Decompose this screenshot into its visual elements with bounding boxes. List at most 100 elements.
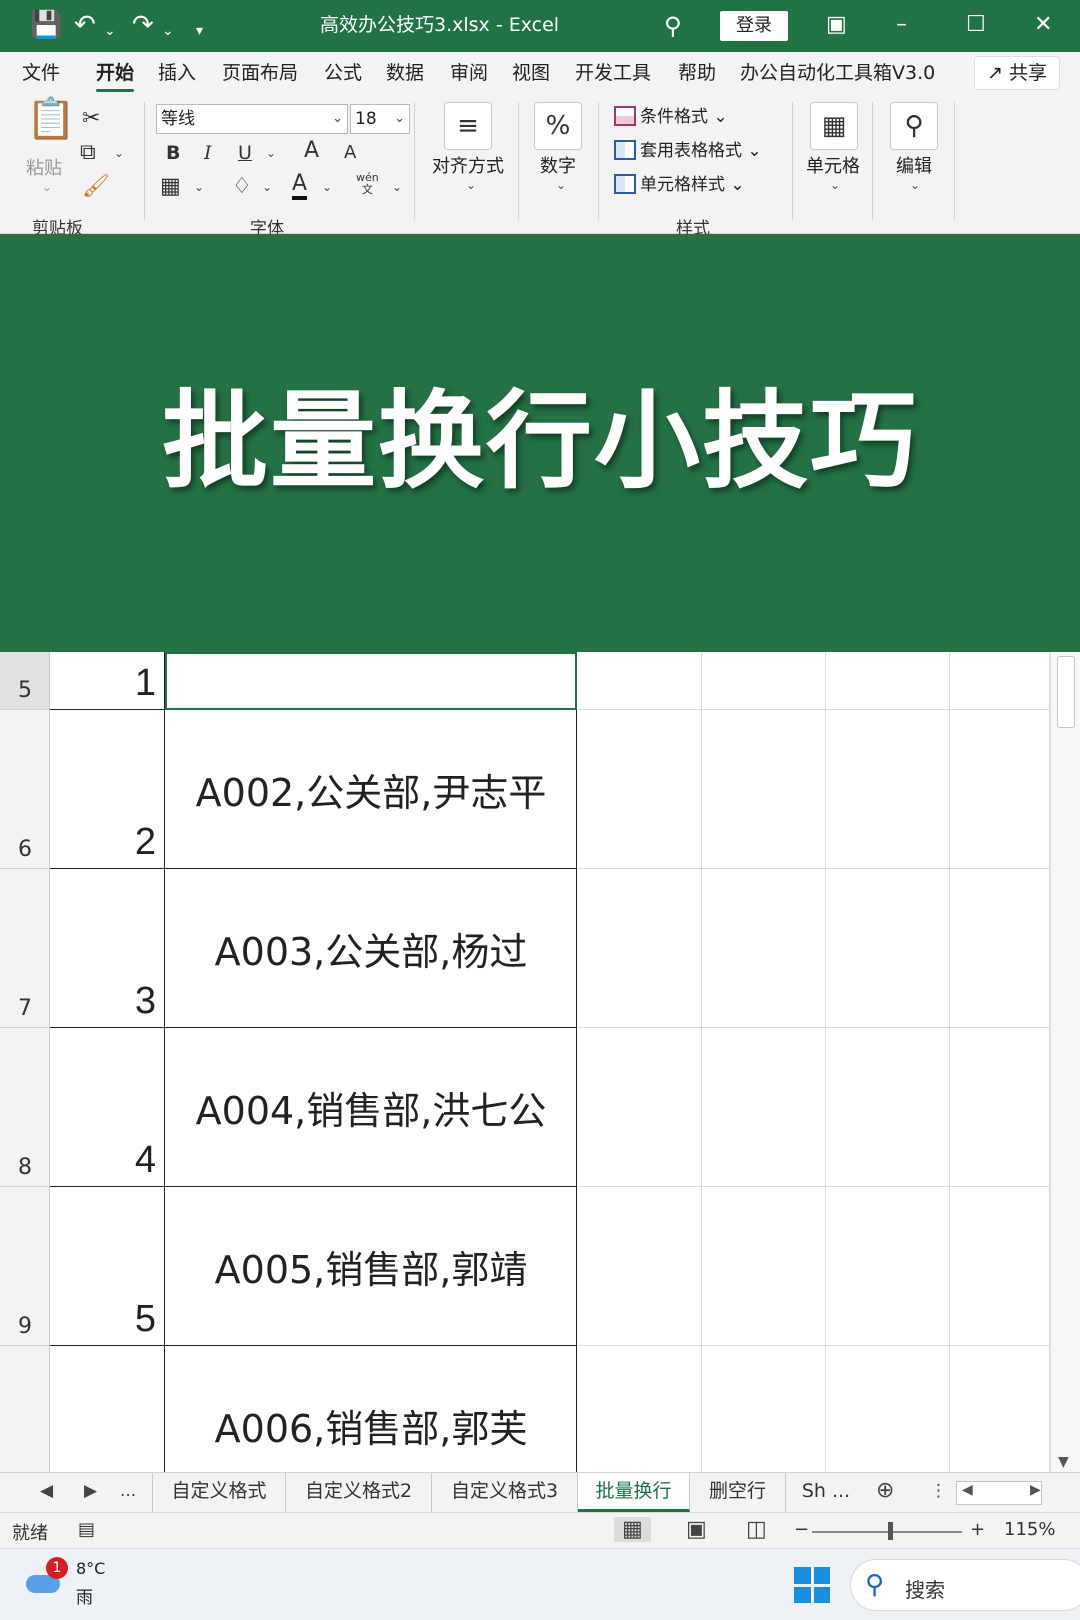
cut-icon[interactable]: ✂ (82, 106, 100, 132)
zoom-slider-knob[interactable] (888, 1522, 893, 1540)
empty-cell[interactable] (826, 1187, 950, 1346)
row-header[interactable]: 8 (0, 1028, 50, 1187)
cell-styles-button[interactable]: 单元格样式 ⌄ (614, 172, 745, 198)
number-dropdown-icon[interactable]: ⌄ (556, 178, 566, 192)
borders-icon[interactable]: ▦ (160, 174, 181, 200)
sheet-tab-active[interactable]: 批量换行 (578, 1473, 690, 1512)
percent-icon[interactable]: % (534, 102, 582, 150)
cells-button[interactable]: 单元格 (806, 152, 860, 178)
empty-cell[interactable] (578, 710, 702, 869)
empty-cell[interactable] (702, 652, 826, 710)
underline-dropdown-icon[interactable]: ⌄ (266, 146, 276, 160)
copy-dropdown-icon[interactable]: ⌄ (114, 146, 124, 160)
index-cell[interactable]: 3 (50, 869, 165, 1028)
row-header[interactable]: 5 (0, 652, 50, 710)
grow-font-button[interactable]: A (304, 138, 319, 164)
empty-cell[interactable] (950, 652, 1050, 710)
empty-cell[interactable] (578, 1346, 702, 1472)
tab-data[interactable]: 数据 (386, 60, 424, 86)
empty-cell[interactable] (950, 710, 1050, 869)
number-button[interactable]: 数字 (540, 152, 576, 178)
share-button[interactable]: ↗ 共享 (974, 56, 1060, 90)
windows-start-icon[interactable] (794, 1567, 830, 1603)
data-cell[interactable]: A005,销售部,郭靖 (165, 1187, 577, 1346)
zoom-slider-track[interactable] (812, 1531, 962, 1533)
empty-cell[interactable] (702, 869, 826, 1028)
sheet-tab[interactable]: Sh ... (786, 1473, 866, 1512)
sheet-tab[interactable]: 自定义格式 (152, 1473, 286, 1512)
font-size-select[interactable]: 18 ⌄ (350, 104, 410, 134)
cells-dropdown-icon[interactable]: ⌄ (830, 178, 840, 192)
index-cell[interactable]: 4 (50, 1028, 165, 1187)
phonetic-guide-button[interactable]: wén 文 (356, 172, 379, 196)
tab-review[interactable]: 审阅 (450, 60, 488, 86)
redo-icon[interactable]: ↷ (132, 10, 154, 40)
empty-cell[interactable] (826, 1346, 950, 1472)
underline-button[interactable]: U (238, 140, 252, 166)
zoom-level[interactable]: 115% (1004, 1519, 1055, 1540)
empty-cell[interactable] (578, 1028, 702, 1187)
fill-color-icon[interactable]: ♢ (232, 174, 252, 200)
phonetic-dropdown-icon[interactable]: ⌄ (392, 180, 402, 194)
search-icon[interactable]: ⚲ (664, 12, 682, 40)
next-sheet-icon[interactable]: ▶ (84, 1481, 97, 1501)
customize-toolbar-icon[interactable]: ▾ (196, 16, 203, 46)
empty-cell[interactable] (702, 1187, 826, 1346)
empty-cell[interactable] (702, 1028, 826, 1187)
row-header[interactable]: 7 (0, 869, 50, 1028)
accessibility-icon[interactable]: ▤ (78, 1519, 95, 1540)
sheet-tab[interactable]: 删空行 (690, 1473, 786, 1512)
copy-icon[interactable]: ⧉ (80, 140, 96, 166)
empty-cell[interactable] (950, 1028, 1050, 1187)
close-icon[interactable]: ✕ (1034, 10, 1052, 40)
italic-button[interactable]: I (204, 140, 212, 166)
alignment-dropdown-icon[interactable]: ⌄ (466, 178, 476, 192)
index-cell[interactable] (50, 1346, 165, 1472)
tab-formulas[interactable]: 公式 (324, 60, 362, 86)
vertical-scrollbar[interactable]: ▼ (1050, 652, 1080, 1472)
empty-cell[interactable] (950, 1346, 1050, 1472)
empty-cell[interactable] (702, 1346, 826, 1472)
prev-sheet-icon[interactable]: ◀ (40, 1481, 53, 1501)
redo-dropdown-icon[interactable]: ⌄ (162, 16, 174, 46)
borders-dropdown-icon[interactable]: ⌄ (194, 180, 204, 194)
tab-office-toolbox[interactable]: 办公自动化工具箱V3.0 (740, 60, 935, 86)
add-sheet-icon[interactable]: ⊕ (876, 1478, 894, 1503)
selected-cell[interactable] (165, 652, 577, 710)
zoom-in-button[interactable]: + (970, 1519, 985, 1540)
tab-view[interactable]: 视图 (512, 60, 550, 86)
empty-cell[interactable] (826, 652, 950, 710)
align-icon[interactable]: ≡ (444, 102, 492, 150)
data-cell[interactable]: A006,销售部,郭芙 (165, 1346, 577, 1472)
font-name-select[interactable]: 等线 ⌄ (156, 104, 348, 134)
sheet-tab[interactable]: 自定义格式2 (286, 1473, 432, 1512)
bold-button[interactable]: B (166, 140, 180, 166)
scroll-left-icon[interactable]: ◀ (962, 1482, 973, 1498)
empty-cell[interactable] (702, 710, 826, 869)
editing-dropdown-icon[interactable]: ⌄ (910, 178, 920, 192)
conditional-format-button[interactable]: 条件格式 ⌄ (614, 104, 728, 130)
index-cell[interactable]: 1 (50, 652, 165, 710)
index-cell[interactable]: 5 (50, 1187, 165, 1346)
format-painter-icon[interactable]: 🖌 (82, 174, 110, 200)
tab-developer[interactable]: 开发工具 (575, 60, 651, 86)
empty-cell[interactable] (826, 1028, 950, 1187)
font-color-dropdown-icon[interactable]: ⌄ (322, 180, 332, 194)
spreadsheet-grid[interactable]: 5 1 6 2 A002,公关部,尹志平 7 3 A003,公关部,杨过 8 4… (0, 652, 1080, 1472)
tab-help[interactable]: 帮助 (678, 60, 716, 86)
normal-view-icon[interactable]: ▦ (614, 1517, 651, 1542)
scroll-thumb[interactable] (1057, 656, 1075, 728)
row-header[interactable]: 9 (0, 1187, 50, 1346)
editing-button[interactable]: 编辑 (896, 152, 932, 178)
tab-page-layout[interactable]: 页面布局 (222, 60, 298, 86)
tab-splitter-icon[interactable]: ⋮ (930, 1481, 947, 1501)
save-icon[interactable]: 💾 (30, 10, 62, 40)
empty-cell[interactable] (826, 710, 950, 869)
format-as-table-button[interactable]: 套用表格格式 ⌄ (614, 138, 762, 164)
data-cell[interactable]: A003,公关部,杨过 (165, 869, 577, 1028)
scroll-down-icon[interactable]: ▼ (1058, 1454, 1069, 1470)
tab-insert[interactable]: 插入 (158, 60, 196, 86)
page-layout-view-icon[interactable]: ▣ (686, 1517, 707, 1542)
page-break-view-icon[interactable]: ◫ (746, 1517, 767, 1542)
shrink-font-button[interactable]: A (344, 140, 356, 166)
